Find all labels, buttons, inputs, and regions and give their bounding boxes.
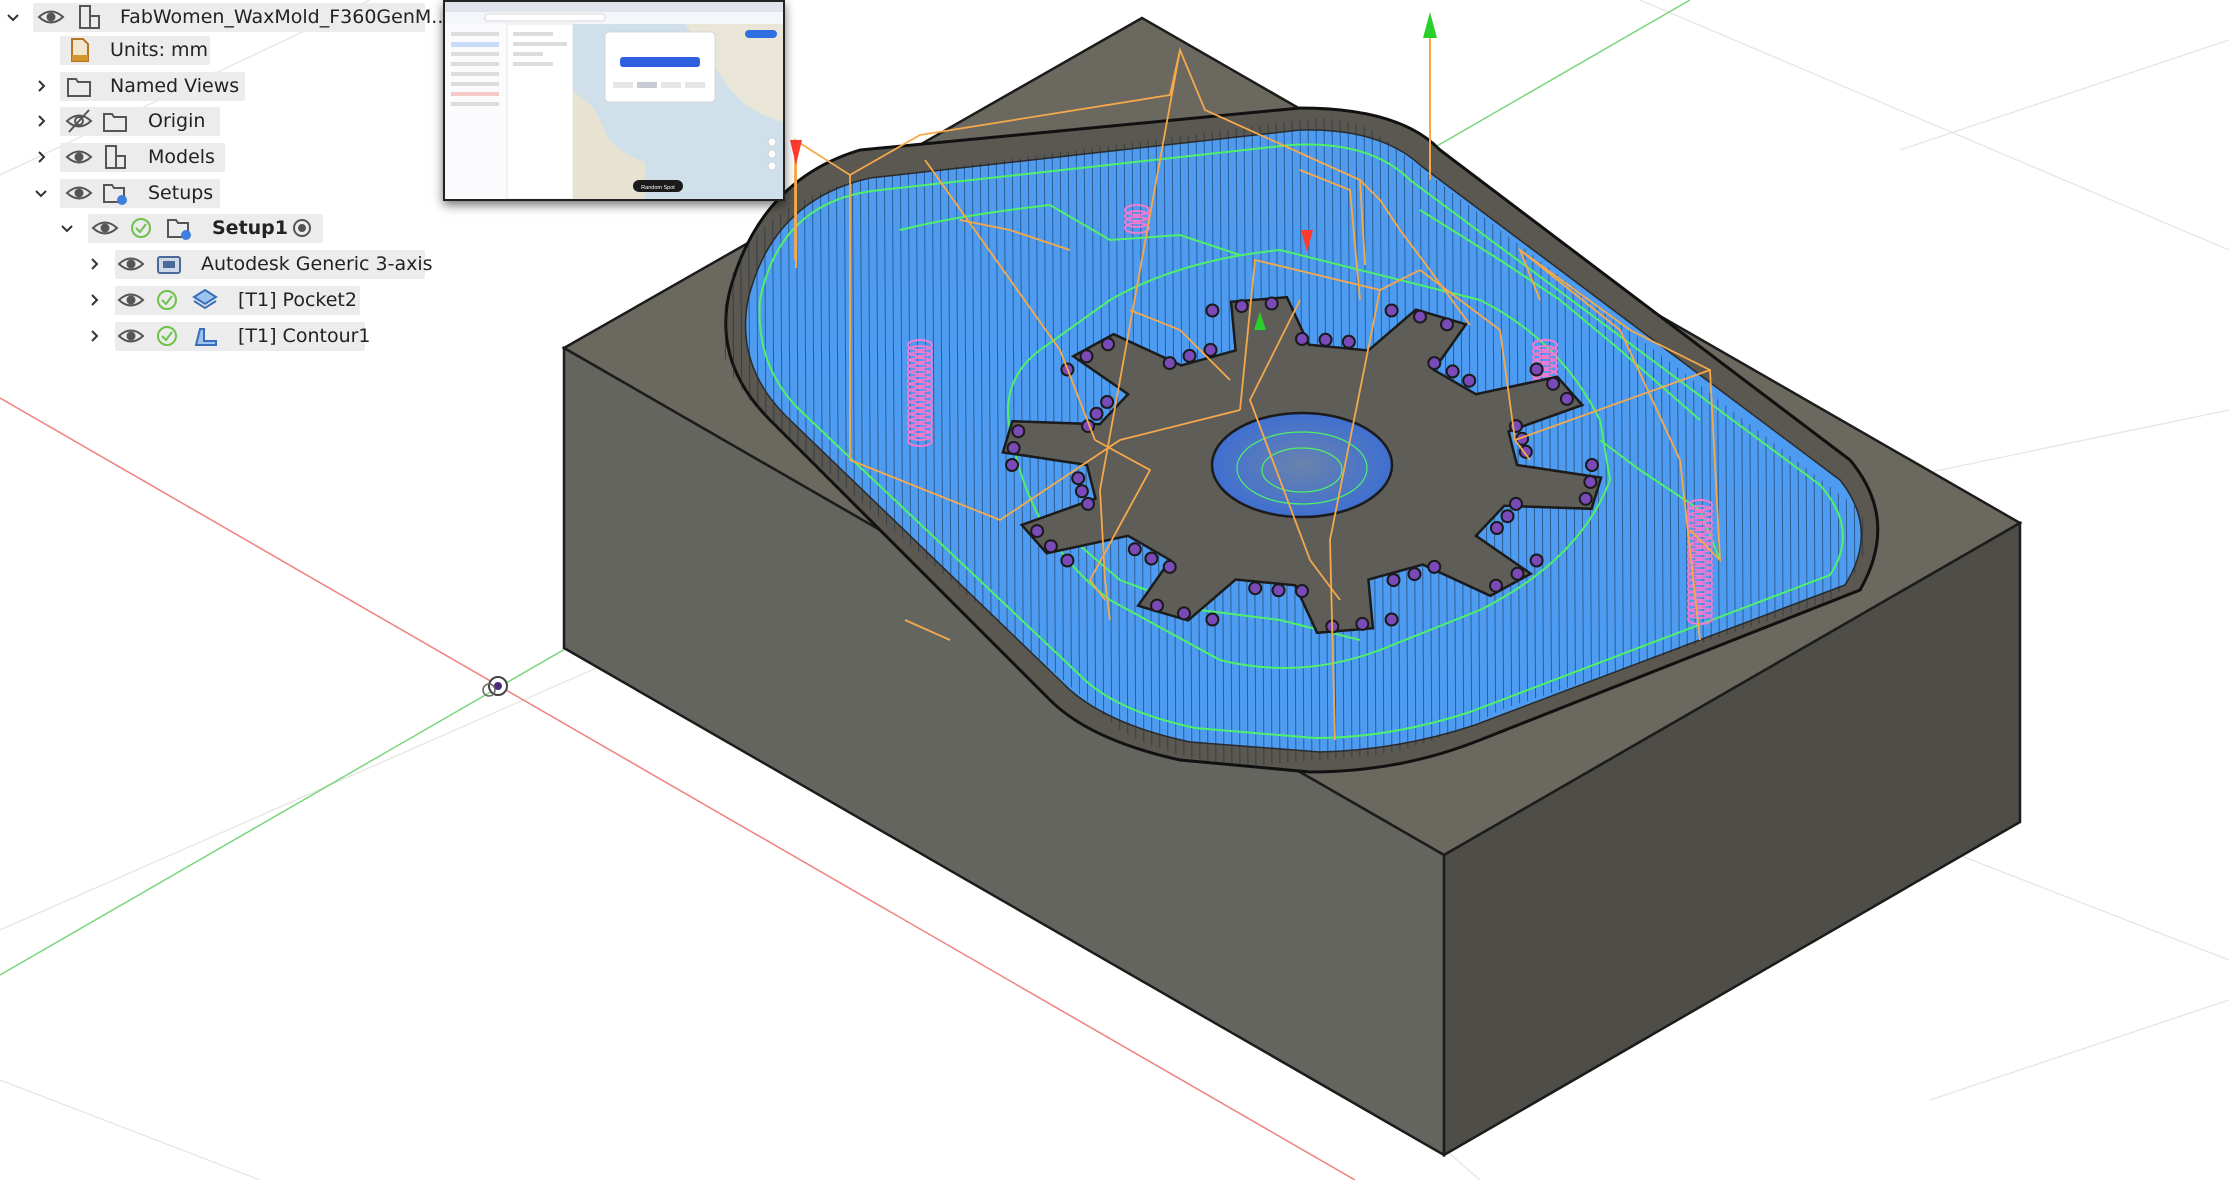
check-circle-icon — [152, 321, 182, 351]
chevron-right-icon[interactable] — [30, 110, 52, 132]
chevron-right-icon[interactable] — [83, 325, 105, 347]
component-icon — [74, 2, 104, 32]
thumbnail-random-spot: Random Spot — [641, 185, 675, 191]
chevron-down-icon[interactable] — [56, 217, 78, 239]
eye-icon[interactable] — [64, 142, 94, 172]
folder-icon — [100, 106, 130, 136]
origin-marker-icon[interactable] — [482, 676, 508, 697]
machine-icon — [154, 249, 184, 279]
tree-row-setups[interactable]: Setups — [0, 176, 440, 210]
tree-row-pocket2[interactable]: [T1] Pocket2 — [0, 283, 440, 317]
eye-icon[interactable] — [116, 285, 146, 315]
eye-icon[interactable] — [36, 2, 66, 32]
tree-row-origin[interactable]: Origin — [0, 104, 440, 138]
setup-folder-icon — [164, 213, 194, 243]
eye-hidden-icon[interactable] — [64, 106, 94, 136]
gear-center-bore — [1210, 411, 1394, 519]
eye-icon[interactable] — [116, 321, 146, 351]
contour1-label: [T1] Contour1 — [238, 325, 371, 347]
pocket2-label: [T1] Pocket2 — [238, 289, 357, 311]
tree-row-named-views[interactable]: Named Views — [0, 69, 440, 103]
red-arrow-icon — [790, 140, 802, 165]
machine-label: Autodesk Generic 3-axis — [201, 253, 433, 275]
check-circle-icon — [126, 213, 156, 243]
radio-icon[interactable] — [287, 213, 317, 243]
named-views-label: Named Views — [110, 75, 240, 97]
tree-row-machine[interactable]: Autodesk Generic 3-axis — [0, 247, 440, 281]
eye-icon[interactable] — [64, 178, 94, 208]
chevron-right-icon[interactable] — [30, 75, 52, 97]
chevron-right-icon[interactable] — [83, 253, 105, 275]
eye-icon[interactable] — [116, 249, 146, 279]
check-circle-icon — [152, 285, 182, 315]
tree-row-setup1[interactable]: Setup1 — [0, 211, 440, 245]
chevron-right-icon[interactable] — [30, 146, 52, 168]
setup-folder-icon — [100, 178, 130, 208]
origin-label: Origin — [148, 110, 206, 132]
contour-op-icon — [190, 321, 220, 351]
setup1-label: Setup1 — [212, 217, 288, 239]
chevron-down-icon[interactable] — [2, 6, 24, 28]
component-icon — [100, 142, 130, 172]
folder-icon — [64, 71, 94, 101]
models-label: Models — [148, 146, 215, 168]
tree-row-models[interactable]: Models — [0, 140, 440, 174]
document-name-label: FabWomen_WaxMold_F360GenM... — [120, 6, 450, 28]
screen-capture-thumbnail[interactable]: Random Spot — [443, 0, 785, 201]
chevron-right-icon[interactable] — [83, 289, 105, 311]
units-label: Units: mm — [110, 39, 209, 61]
tree-row-contour1[interactable]: [T1] Contour1 — [0, 319, 440, 353]
tree-row-document[interactable]: FabWomen_WaxMold_F360GenM... — [0, 0, 449, 34]
tree-row-units[interactable]: Units: mm — [0, 33, 440, 67]
pocket-op-icon — [190, 285, 220, 315]
browser-tree-panel: FabWomen_WaxMold_F360GenM... Units: mm N… — [0, 0, 449, 360]
document-icon — [64, 35, 94, 65]
setups-label: Setups — [148, 182, 214, 204]
eye-icon[interactable] — [90, 213, 120, 243]
green-arrow-up-icon — [1423, 12, 1437, 38]
chevron-down-icon[interactable] — [30, 182, 52, 204]
